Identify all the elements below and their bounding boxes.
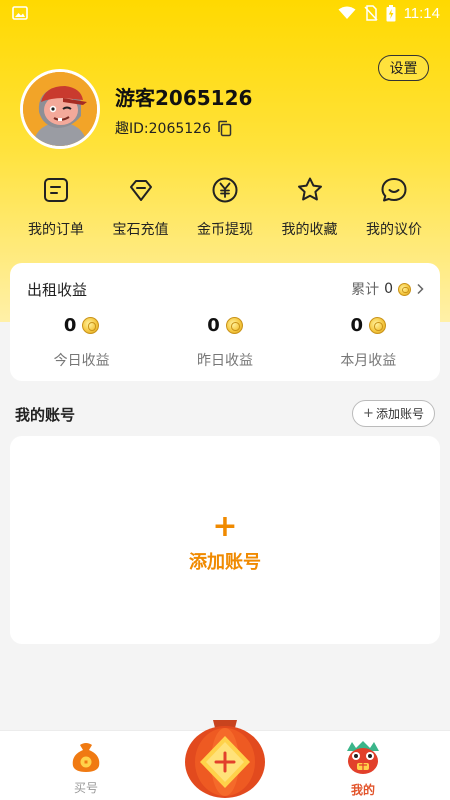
money-bag-icon (72, 743, 100, 772)
earnings-title: 出租收益 (27, 281, 88, 299)
chevron-right-icon (417, 283, 424, 295)
coin-icon (369, 317, 387, 334)
menu-coin-withdraw[interactable]: 金币提现 (183, 175, 267, 245)
menu-label: 宝石充值 (112, 222, 169, 238)
lion-dance-icon (347, 741, 379, 774)
menu-my-bargains[interactable]: 我的议价 (352, 175, 436, 245)
earnings-value: 0 (207, 315, 220, 336)
chat-icon (381, 178, 407, 202)
menu-label: 金币提现 (197, 222, 253, 238)
wifi-icon (338, 6, 356, 19)
earnings-label: 今日收益 (53, 353, 110, 369)
quick-menu: 我的订单 宝石充值 金币提现 我的收藏 我的议价 (14, 175, 436, 245)
earnings-label: 本月收益 (340, 353, 397, 369)
plus-icon: + (212, 509, 238, 544)
avatar-character-icon (23, 72, 97, 146)
copy-icon[interactable] (217, 120, 233, 137)
battery-charging-icon (386, 4, 396, 21)
tab-mine[interactable]: 我的 (323, 739, 403, 798)
my-accounts-title: 我的账号 (15, 406, 76, 424)
earnings-yesterday: 0 昨日收益 (153, 315, 296, 370)
coin-icon (82, 317, 100, 334)
star-icon (297, 177, 322, 201)
publish-button[interactable] (180, 712, 270, 800)
add-account-button[interactable]: + 添加账号 (352, 400, 435, 427)
avatar[interactable] (20, 69, 100, 149)
earnings-total-link[interactable]: 累计 0 (351, 279, 424, 299)
user-id-row: 趣ID:2065126 (115, 118, 233, 138)
order-icon (44, 178, 68, 202)
menu-label: 我的订单 (28, 222, 84, 238)
tab-label: 我的 (350, 783, 375, 797)
user-id: 趣ID:2065126 (115, 121, 211, 137)
earnings-total-value: 0 (384, 281, 393, 297)
menu-label: 我的议价 (366, 222, 422, 238)
add-account-large-button[interactable]: + 添加账号 (10, 512, 440, 574)
add-account-large-label: 添加账号 (189, 552, 261, 573)
menu-label: 我的收藏 (281, 222, 338, 238)
menu-gem-recharge[interactable]: 宝石充值 (99, 175, 183, 245)
tab-buy-account[interactable]: 买号 (46, 739, 126, 796)
no-sim-icon (364, 5, 378, 21)
rental-earnings-card: 出租收益 累计 0 0 今日收益 0 昨日收益 0 本月收益 (10, 263, 440, 381)
coin-icon (398, 282, 411, 296)
earnings-today: 0 今日收益 (10, 315, 153, 370)
earnings-value: 0 (350, 315, 364, 336)
username: 游客2065126 (115, 86, 253, 110)
gem-icon (129, 180, 152, 201)
coin-icon (225, 317, 243, 334)
status-time: 11:14 (403, 4, 440, 22)
status-bar: 11:14 (0, 0, 450, 26)
image-notification-icon (12, 6, 28, 20)
add-account-label: 添加账号 (375, 407, 424, 421)
plus-icon: + (363, 406, 374, 421)
menu-my-orders[interactable]: 我的订单 (14, 175, 98, 245)
lantern-plus-icon (185, 720, 265, 798)
menu-my-favorites[interactable]: 我的收藏 (268, 175, 352, 245)
yen-coin-icon (212, 177, 238, 203)
settings-button[interactable]: 设置 (378, 55, 429, 81)
accounts-card: + 添加账号 (10, 436, 440, 644)
earnings-value: 0 (63, 315, 77, 336)
earnings-label: 昨日收益 (196, 353, 253, 369)
earnings-this-month: 0 本月收益 (297, 315, 440, 370)
earnings-total-label: 累计 (351, 282, 380, 298)
tab-label: 买号 (73, 781, 98, 795)
